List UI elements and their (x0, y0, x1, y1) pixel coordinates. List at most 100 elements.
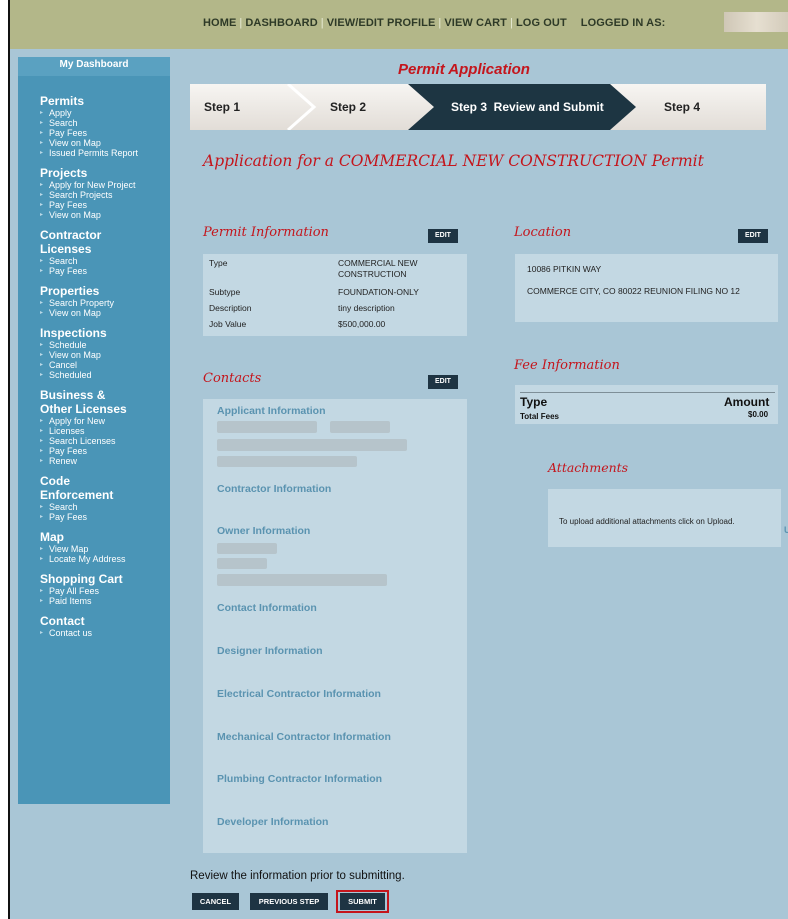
sidebar-link[interactable]: Schedule (40, 340, 170, 350)
step-1: Step 1 (204, 100, 241, 114)
contractor-information-header[interactable]: Contractor Information (217, 483, 331, 495)
nav-cart-link[interactable]: VIEW CART (444, 17, 507, 29)
electrical-contractor-information-header[interactable]: Electrical Contractor Information (217, 688, 381, 700)
step-4: Step 4 (664, 100, 701, 114)
sidebar-link[interactable]: Pay All Fees (40, 586, 170, 596)
edit-contacts-button[interactable]: EDIT (428, 375, 458, 389)
sidebar-section-title[interactable]: Business & (40, 388, 170, 402)
sidebar-link[interactable]: Locate My Address (40, 554, 170, 564)
total-fees-label: Total Fees (520, 412, 559, 421)
sidebar-link[interactable]: Pay Fees (40, 200, 170, 210)
nav-profile-link[interactable]: VIEW/EDIT PROFILE (327, 17, 436, 29)
sidebar-link[interactable]: Search Projects (40, 190, 170, 200)
attachments-heading: Attachments (548, 460, 629, 475)
edit-location-button[interactable]: EDIT (738, 229, 768, 243)
permit-description-value: tiny description (338, 303, 395, 313)
applicant-information-header[interactable]: Applicant Information (217, 405, 326, 417)
top-navigation: HOME | DASHBOARD | VIEW/EDIT PROFILE | VIEW CA… (10, 0, 788, 49)
sidebar: My Dashboard PermitsApplySearchPay FeesV… (18, 57, 170, 804)
cancel-button[interactable]: CANCEL (192, 893, 239, 910)
contact-information-header[interactable]: Contact Information (217, 602, 317, 614)
permit-subtype-label: Subtype (209, 287, 241, 297)
blurred-applicant-info (217, 456, 357, 467)
submit-button[interactable]: SUBMIT (340, 893, 385, 910)
job-value-label: Job Value (209, 319, 247, 329)
permit-subtype-value: FOUNDATION-ONLY (338, 287, 419, 297)
sidebar-link[interactable]: Contact us (40, 628, 170, 638)
sidebar-link[interactable]: Cancel (40, 360, 170, 370)
page-title: Permit Application (398, 61, 530, 78)
sidebar-link[interactable]: View on Map (40, 350, 170, 360)
sidebar-link[interactable]: View on Map (40, 308, 170, 318)
nav-home-link[interactable]: HOME (203, 17, 236, 29)
sidebar-link[interactable]: View on Map (40, 138, 170, 148)
nav-separator: | (320, 17, 324, 29)
sidebar-link[interactable]: Apply for New Project (40, 180, 170, 190)
fee-type-header: Type (520, 395, 548, 409)
nav-dashboard-link[interactable]: DASHBOARD (245, 17, 317, 29)
sidebar-link[interactable]: Pay Fees (40, 266, 170, 276)
application-title: Application for a COMMERCIAL NEW CONSTRU… (203, 152, 704, 170)
sidebar-link[interactable]: Pay Fees (40, 128, 170, 138)
sidebar-link[interactable]: Scheduled (40, 370, 170, 380)
sidebar-section: ProjectsApply for New ProjectSearch Proj… (18, 166, 170, 220)
sidebar-link[interactable]: Apply for New (40, 416, 170, 426)
developer-information-header[interactable]: Developer Information (217, 816, 328, 828)
sidebar-link[interactable]: Search (40, 256, 170, 266)
sidebar-dashboard-link[interactable]: My Dashboard (18, 57, 170, 76)
sidebar-link[interactable]: Pay Fees (40, 512, 170, 522)
sidebar-link[interactable]: Renew (40, 456, 170, 466)
sidebar-section: CodeEnforcementSearchPay Fees (18, 474, 170, 522)
designer-information-header[interactable]: Designer Information (217, 645, 323, 657)
sidebar-section-title[interactable]: Contact (40, 614, 170, 628)
job-value-value: $500,000.00 (338, 319, 386, 329)
sidebar-link[interactable]: Search Licenses (40, 436, 170, 446)
blurred-applicant-info (217, 421, 317, 433)
sidebar-link[interactable]: View Map (40, 544, 170, 554)
sidebar-section-title[interactable]: Properties (40, 284, 170, 298)
sidebar-link[interactable]: Apply (40, 108, 170, 118)
blurred-applicant-info (330, 421, 390, 433)
sidebar-section-title[interactable]: Licenses (40, 242, 170, 256)
blurred-username (724, 12, 788, 32)
sidebar-section: Shopping CartPay All FeesPaid Items (18, 572, 170, 606)
sidebar-section-title[interactable]: Inspections (40, 326, 170, 340)
nav-separator: | (239, 17, 243, 29)
edit-permit-info-button[interactable]: EDIT (428, 229, 458, 243)
plumbing-contractor-information-header[interactable]: Plumbing Contractor Information (217, 773, 382, 785)
owner-information-header[interactable]: Owner Information (217, 525, 310, 537)
upload-link-fragment[interactable]: U (784, 525, 788, 535)
mechanical-contractor-information-header[interactable]: Mechanical Contractor Information (217, 731, 391, 743)
nav-logout-link[interactable]: LOG OUT (516, 17, 567, 29)
sidebar-section-title[interactable]: Map (40, 530, 170, 544)
sidebar-link[interactable]: Search (40, 502, 170, 512)
sidebar-link[interactable]: Pay Fees (40, 446, 170, 456)
sidebar-link[interactable]: View on Map (40, 210, 170, 220)
sidebar-link[interactable]: Licenses (40, 426, 170, 436)
sidebar-section: Business &Other LicensesApply for NewLic… (18, 388, 170, 466)
sidebar-section-title[interactable]: Projects (40, 166, 170, 180)
sidebar-section-title[interactable]: Enforcement (40, 488, 170, 502)
permit-description-label: Description (209, 303, 252, 313)
previous-step-button[interactable]: PREVIOUS STEP (250, 893, 328, 910)
blurred-owner-info (217, 543, 277, 554)
sidebar-section-title[interactable]: Contractor (40, 228, 170, 242)
sidebar-link[interactable]: Search (40, 118, 170, 128)
sidebar-link[interactable]: Issued Permits Report (40, 148, 170, 158)
permit-info-heading: Permit Information (203, 225, 329, 240)
sidebar-section-title[interactable]: Other Licenses (40, 402, 170, 416)
logged-in-label: LOGGED IN AS: (580, 17, 666, 29)
sidebar-section-title[interactable]: Permits (40, 94, 170, 108)
fee-divider (520, 392, 775, 393)
sidebar-section-title[interactable]: Code (40, 474, 170, 488)
sidebar-section-title[interactable]: Shopping Cart (40, 572, 170, 586)
sidebar-section: ContactContact us (18, 614, 170, 638)
sidebar-link[interactable]: Search Property (40, 298, 170, 308)
review-instructions: Review the information prior to submitti… (190, 870, 405, 882)
sidebar-section: InspectionsScheduleView on MapCancelSche… (18, 326, 170, 380)
permit-type-value-2: CONSTRUCTION (338, 269, 407, 279)
location-address-line-2: COMMERCE CITY, CO 80022 REUNION FILING N… (527, 286, 740, 296)
attachments-instructions: To upload additional attachments click o… (559, 517, 735, 526)
sidebar-link[interactable]: Paid Items (40, 596, 170, 606)
total-fees-value: $0.00 (748, 410, 769, 419)
